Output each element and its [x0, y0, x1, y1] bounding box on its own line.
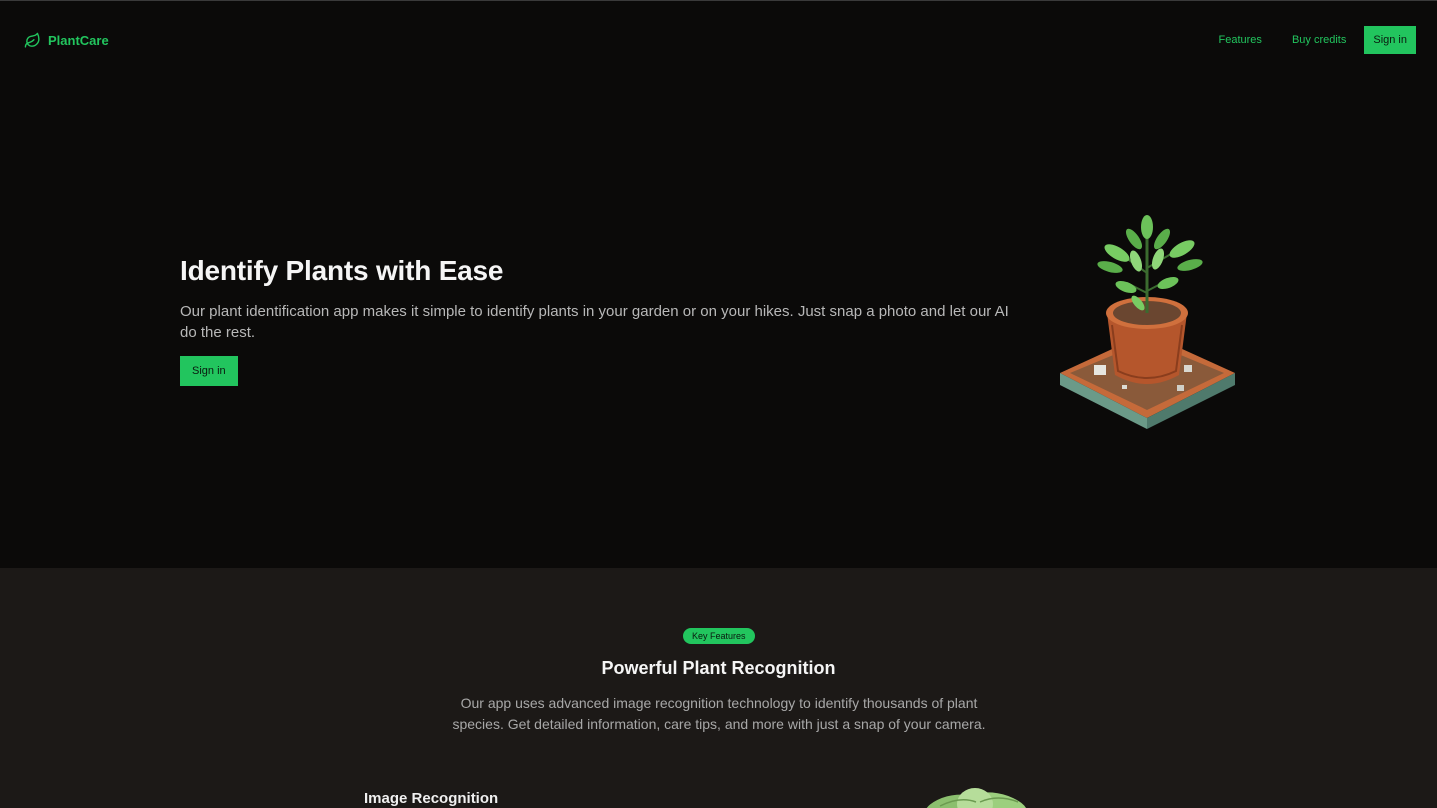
site-header: PlantCare Features Buy credits Sign in [0, 1, 1437, 79]
hero-sign-in-button[interactable]: Sign in [180, 356, 238, 386]
hero-title: Identify Plants with Ease [180, 255, 504, 286]
header-sign-in-button[interactable]: Sign in [1364, 26, 1416, 54]
brand-name: PlantCare [48, 32, 109, 48]
key-features-badge: Key Features [683, 628, 755, 644]
features-description: Our app uses advanced image recognition … [452, 695, 986, 732]
features-title: Powerful Plant Recognition [601, 658, 836, 678]
hero-section: Identify Plants with Ease Our plant iden… [0, 79, 1437, 568]
features-section: Key Features Powerful Plant Recognition … [0, 568, 1437, 808]
leaf-illustration [924, 788, 1028, 808]
nav-link-features[interactable]: Features [1219, 34, 1262, 46]
potted-plant-illustration [1060, 215, 1235, 429]
brand-logo[interactable]: PlantCare [24, 32, 109, 49]
main-nav: Features Buy credits Sign in [1219, 26, 1416, 54]
leaf-icon [24, 32, 40, 48]
feature-title-image-recognition: Image Recognition [364, 790, 499, 807]
hero-description: Our plant identification app makes it si… [180, 303, 1009, 341]
nav-link-buy-credits[interactable]: Buy credits [1292, 34, 1346, 46]
